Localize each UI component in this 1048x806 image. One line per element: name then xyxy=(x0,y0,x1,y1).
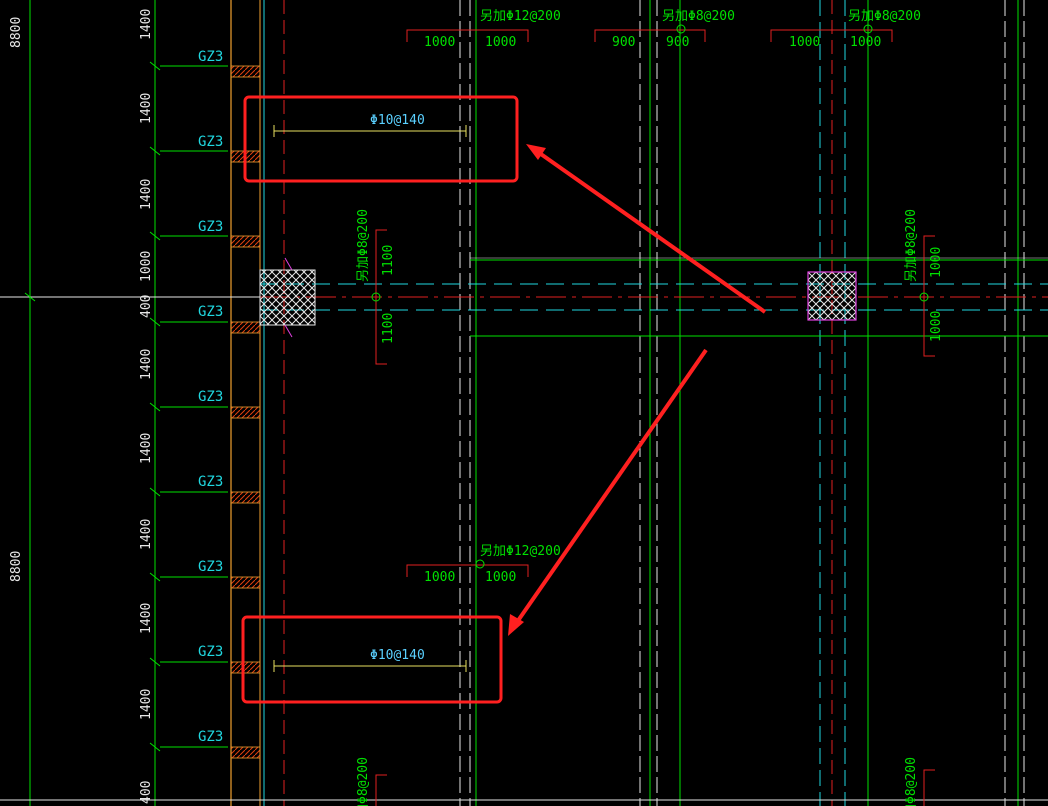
segment-dim-8: 1400 xyxy=(139,519,154,550)
vertical-rebar-label-bottom-right: 另加Φ8@200 xyxy=(904,757,919,806)
callout-arrow-icon xyxy=(508,348,708,636)
vertical-dim: 1000 xyxy=(929,311,944,342)
hatched-column-icon[interactable] xyxy=(259,269,316,326)
top-dim: 900 xyxy=(666,35,689,50)
segment-dim-9: 1400 xyxy=(139,603,154,634)
mid-dim: 1000 xyxy=(485,570,516,585)
segment-dim-11: 400 xyxy=(139,781,154,804)
overall-dim-top: 8800 xyxy=(9,17,24,48)
gz3-label: GZ3 xyxy=(198,474,223,490)
top-dim: 1000 xyxy=(424,35,455,50)
grid-lines xyxy=(0,0,1048,806)
top-dim: 1000 xyxy=(485,35,516,50)
mid-rebar-label: 另加Φ12@200 xyxy=(480,544,561,559)
vertical-dim: 1100 xyxy=(381,313,396,344)
gz3-label: GZ3 xyxy=(198,644,223,660)
segment-dim-5: 400 xyxy=(139,295,154,318)
gz3-label: GZ3 xyxy=(198,729,223,745)
gz3-label: GZ3 xyxy=(198,134,223,150)
segment-dim-4: 1000 xyxy=(139,251,154,282)
top-rebar-label-3: 另加Φ8@200 xyxy=(848,9,921,24)
vertical-rebar-label-left: 另加Φ8@200 xyxy=(356,209,371,282)
mid-dim: 1000 xyxy=(424,570,455,585)
top-rebar-label-2: 另加Φ8@200 xyxy=(662,9,735,24)
top-dim: 900 xyxy=(612,35,635,50)
vertical-rebar-label-bottom-left: 另加Φ8@200 xyxy=(356,757,371,806)
vertical-rebar-label-right: 另加Φ8@200 xyxy=(904,209,919,282)
gz3-label: GZ3 xyxy=(198,49,223,65)
segment-dim-6: 1400 xyxy=(139,349,154,380)
overall-dim-bottom: 8800 xyxy=(9,551,24,582)
top-dim: 1000 xyxy=(789,35,820,50)
rebar-label-bottom: Φ10@140 xyxy=(370,648,425,663)
gz3-label: GZ3 xyxy=(198,559,223,575)
top-rebar-label-1: 另加Φ12@200 xyxy=(480,9,561,24)
cad-drawing-canvas[interactable]: 8800 8800 1400 1400 1400 1000 400 1400 1… xyxy=(0,0,1048,806)
segment-dim-7: 1400 xyxy=(139,433,154,464)
segment-dim-10: 1400 xyxy=(139,689,154,720)
hatched-column-icon[interactable] xyxy=(807,271,857,321)
vertical-dim: 1100 xyxy=(381,245,396,276)
gz3-labels: GZ3 GZ3 GZ3 GZ3 GZ3 GZ3 GZ3 GZ3 GZ3 xyxy=(160,49,228,748)
callout-arrow-icon xyxy=(526,144,767,314)
rebar-label-top: Φ10@140 xyxy=(370,113,425,128)
segment-dim-2: 1400 xyxy=(139,93,154,124)
gz3-label: GZ3 xyxy=(198,219,223,235)
gz3-label: GZ3 xyxy=(198,304,223,320)
segment-dim-3: 1400 xyxy=(139,179,154,210)
gz3-label: GZ3 xyxy=(198,389,223,405)
top-dim: 1000 xyxy=(850,35,881,50)
left-dimension-ticks xyxy=(24,61,161,752)
segment-dim-1: 1400 xyxy=(139,9,154,40)
vertical-dim: 1000 xyxy=(929,247,944,278)
